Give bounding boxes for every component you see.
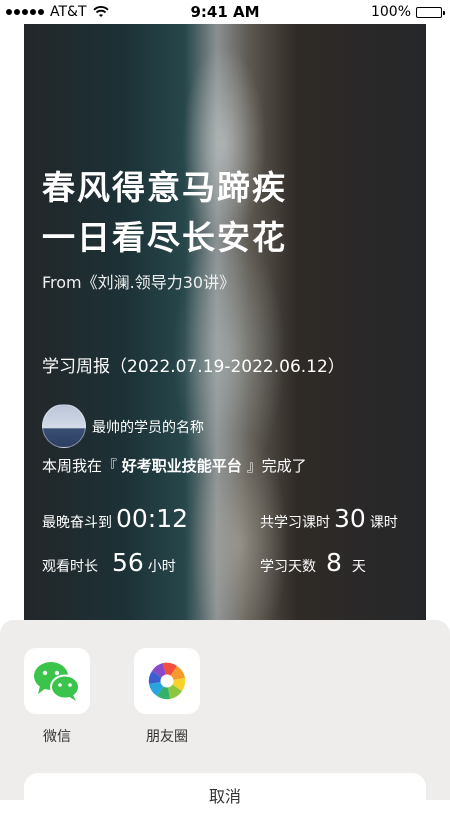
stat-days-label: 学习天数: [260, 559, 316, 575]
stat-courses-value: 30: [334, 504, 366, 533]
week-prefix: 本周我在『: [42, 457, 118, 475]
stat-days-value: 8: [326, 548, 342, 577]
battery-percent: 100%: [370, 4, 411, 20]
poster-source: From《刘澜.领导力30讲》: [42, 273, 236, 292]
stat-latest: 最晚奋斗到 00:12: [42, 504, 192, 533]
share-moments-button[interactable]: 朋友圈: [134, 648, 200, 746]
stat-watch-value: 56: [112, 548, 144, 577]
wechat-icon: [24, 648, 90, 714]
cancel-button[interactable]: 取消: [24, 773, 426, 833]
battery-icon: [416, 6, 445, 18]
stat-latest-label: 最晚奋斗到: [42, 515, 112, 531]
report-title: 学习周报（2022.07.19-2022.06.12）: [42, 357, 345, 377]
study-report-poster: 春风得意马蹄疾 一日看尽长安花 From《刘澜.领导力30讲》 学习周报（202…: [24, 24, 426, 664]
avatar: [42, 404, 86, 448]
status-bar: AT&T 9:41 AM 100%: [0, 0, 450, 24]
poster-title-line-1: 春风得意马蹄疾: [42, 168, 287, 207]
moments-icon: [134, 648, 200, 714]
stat-watch-label: 观看时长: [42, 559, 98, 575]
platform-name: 好考职业技能平台: [121, 457, 242, 475]
stat-latest-value: 00:12: [116, 504, 189, 533]
stat-days: 学习天数 8 天: [260, 548, 366, 577]
share-moments-label: 朋友圈: [146, 729, 188, 745]
stat-courses: 共学习课时 30 课时: [260, 504, 398, 533]
stat-watch-unit: 小时: [147, 559, 176, 575]
week-summary: 本周我在『 好考职业技能平台 』完成了: [42, 455, 307, 476]
week-suffix: 』完成了: [246, 457, 307, 475]
stat-watch: 观看时长 56 小时: [42, 548, 176, 577]
stat-courses-label: 共学习课时: [260, 515, 330, 531]
share-sheet: 微信 朋友圈 取消: [0, 620, 450, 833]
stat-courses-unit: 课时: [369, 515, 398, 531]
poster-title-line-2: 一日看尽长安花: [42, 218, 287, 257]
stat-days-unit: 天: [351, 559, 366, 575]
share-wechat-button[interactable]: 微信: [24, 648, 90, 746]
share-wechat-label: 微信: [43, 729, 71, 745]
student-name: 最帅的学员的名称: [92, 420, 204, 436]
